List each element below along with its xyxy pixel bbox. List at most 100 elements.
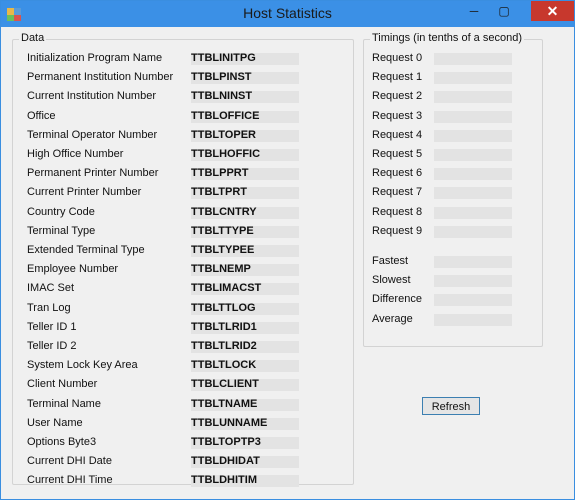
- data-row-label: Teller ID 1: [27, 320, 77, 333]
- request-timing-row: Request 3: [372, 108, 537, 127]
- timing-stat-row-label: Fastest: [372, 255, 409, 267]
- request-timing-row: Request 1: [372, 69, 537, 88]
- timing-stat-row-value-field: [434, 313, 512, 326]
- data-row-code: TTBLNINST: [191, 90, 253, 103]
- title-bar[interactable]: Host Statistics ─ ▢ ✕: [1, 1, 574, 27]
- request-timing-row-label: Request 9: [372, 224, 423, 237]
- data-row-label: System Lock Key Area: [27, 359, 138, 372]
- data-row-label: IMAC Set: [27, 282, 75, 295]
- request-timing-row-value-field: [434, 53, 512, 65]
- data-row-code: TTBLNEMP: [191, 263, 251, 276]
- data-row-code: TTBLDHITIM: [191, 474, 257, 487]
- data-row-code: TTBLTLOCK: [191, 359, 257, 372]
- data-row-code: TTBLPINST: [191, 71, 252, 84]
- request-timing-row-value-field: [434, 110, 512, 123]
- data-row-code: TTBLTTLOG: [191, 301, 256, 314]
- data-row: Options Byte3 TTBLTOPTP3: [27, 434, 347, 453]
- data-row: Permanent Printer Number TTBLPPRT: [27, 165, 347, 184]
- data-row: Extended Terminal Type TTBLTYPEE: [27, 242, 347, 261]
- request-timing-row-value-field: [434, 129, 512, 142]
- request-timing-row: Request 0: [372, 50, 537, 69]
- data-row-label: Client Number: [27, 378, 98, 391]
- data-row-code: TTBLTLRID1: [191, 320, 257, 333]
- data-row: Initialization Program Name TTBLINITPG: [27, 50, 347, 69]
- timing-stat-row-label: Average: [372, 312, 413, 325]
- close-icon: ✕: [546, 3, 559, 19]
- window-title: Host Statistics: [243, 5, 332, 21]
- request-timing-row-label: Request 4: [372, 128, 423, 141]
- data-row-label: Terminal Operator Number: [27, 128, 158, 141]
- timing-stat-row: Slowest: [372, 272, 537, 291]
- data-row-label: User Name: [27, 416, 83, 429]
- data-row-code: TTBLPPRT: [191, 167, 249, 180]
- data-row-code: TTBLTNAME: [191, 397, 258, 410]
- data-row-label: Current Institution Number: [27, 90, 156, 103]
- request-timing-row-label: Request 8: [372, 205, 423, 218]
- request-timing-row: Request 2: [372, 88, 537, 107]
- data-row-label: Extended Terminal Type: [27, 244, 145, 256]
- request-timing-row-value-field: [434, 168, 512, 181]
- data-row-label: Employee Number: [27, 263, 119, 276]
- minimize-button[interactable]: ─: [461, 1, 487, 21]
- data-row: Current DHI Date TTBLDHIDAT: [27, 453, 347, 472]
- data-row-code: TTBLINITPG: [191, 52, 256, 64]
- data-row: Terminal Operator Number TTBLTOPER: [27, 127, 347, 146]
- data-row-label: Country Code: [27, 205, 95, 218]
- timing-stat-row-value-field: [434, 256, 512, 268]
- data-row-label: Tran Log: [27, 301, 71, 314]
- data-row-label: Permanent Printer Number: [27, 167, 159, 180]
- data-row-label: Current DHI Time: [27, 474, 113, 487]
- data-row-label: High Office Number: [27, 148, 124, 160]
- data-row-label: Current DHI Date: [27, 455, 112, 468]
- data-row: Teller ID 2 TTBLTLRID2: [27, 338, 347, 357]
- data-row: Current Institution Number TTBLNINST: [27, 88, 347, 107]
- timing-stat-row-label: Slowest: [372, 274, 411, 287]
- request-timing-row-label: Request 3: [372, 109, 423, 122]
- data-row: Permanent Institution Number TTBLPINST: [27, 69, 347, 88]
- data-row: Terminal Name TTBLTNAME: [27, 396, 347, 415]
- request-timing-row-label: Request 0: [372, 52, 423, 64]
- request-timing-row: Request 8: [372, 204, 537, 223]
- data-row: Teller ID 1 TTBLTLRID1: [27, 319, 347, 338]
- data-row-code: TTBLIMACST: [191, 282, 262, 295]
- refresh-button[interactable]: Refresh: [422, 397, 480, 415]
- request-timing-row: Request 6: [372, 165, 537, 184]
- request-timing-row: Request 7: [372, 184, 537, 203]
- data-row: Tran Log TTBLTTLOG: [27, 300, 347, 319]
- data-row-code: TTBLTOPER: [191, 128, 256, 141]
- timing-stat-row: Average: [372, 311, 537, 330]
- close-button[interactable]: ✕: [531, 1, 574, 21]
- request-timing-row-value-field: [434, 225, 512, 238]
- maximize-button[interactable]: ▢: [491, 1, 517, 21]
- request-timing-row-label: Request 5: [372, 148, 423, 160]
- timing-stat-row-label: Difference: [372, 293, 422, 306]
- request-timing-row-label: Request 7: [372, 186, 423, 199]
- data-row-code: TTBLTPRT: [191, 186, 248, 199]
- timing-stat-row-value-field: [434, 294, 512, 307]
- data-row-label: Current Printer Number: [27, 186, 142, 199]
- data-row-code: TTBLDHIDAT: [191, 455, 260, 468]
- host-statistics-window: Host Statistics ─ ▢ ✕ Data Initializatio…: [0, 0, 575, 500]
- data-row: Current Printer Number TTBLTPRT: [27, 184, 347, 203]
- data-row: Terminal Type TTBLTTYPE: [27, 223, 347, 242]
- request-timing-row-value-field: [434, 149, 512, 161]
- data-row-code: TTBLTYPEE: [191, 244, 255, 256]
- data-row-code: TTBLCLIENT: [191, 378, 259, 391]
- data-row-code: TTBLOFFICE: [191, 109, 260, 122]
- timings-group-legend: Timings (in tenths of a second): [370, 32, 524, 44]
- request-timing-row: Request 9: [372, 223, 537, 242]
- request-timing-row-value-field: [434, 72, 512, 85]
- data-row-code: TTBLCNTRY: [191, 205, 257, 218]
- request-timing-row: Request 5: [372, 146, 537, 165]
- request-timing-row-value-field: [434, 206, 512, 219]
- client-area: Data Initialization Program Name TTBLINIT…: [6, 27, 569, 493]
- timings-group: Timings (in tenths of a second) Request …: [363, 32, 543, 347]
- request-timing-row-label: Request 1: [372, 71, 423, 84]
- data-row-label: Terminal Type: [27, 224, 96, 237]
- data-row-code: TTBLTTYPE: [191, 224, 254, 237]
- maximize-icon: ▢: [498, 4, 510, 18]
- data-row-code: TTBLTLRID2: [191, 340, 257, 352]
- data-group: Data Initialization Program Name TTBLINIT…: [12, 32, 354, 488]
- data-row-code: TTBLHOFFIC: [191, 148, 261, 160]
- data-row-label: Initialization Program Name: [27, 52, 163, 64]
